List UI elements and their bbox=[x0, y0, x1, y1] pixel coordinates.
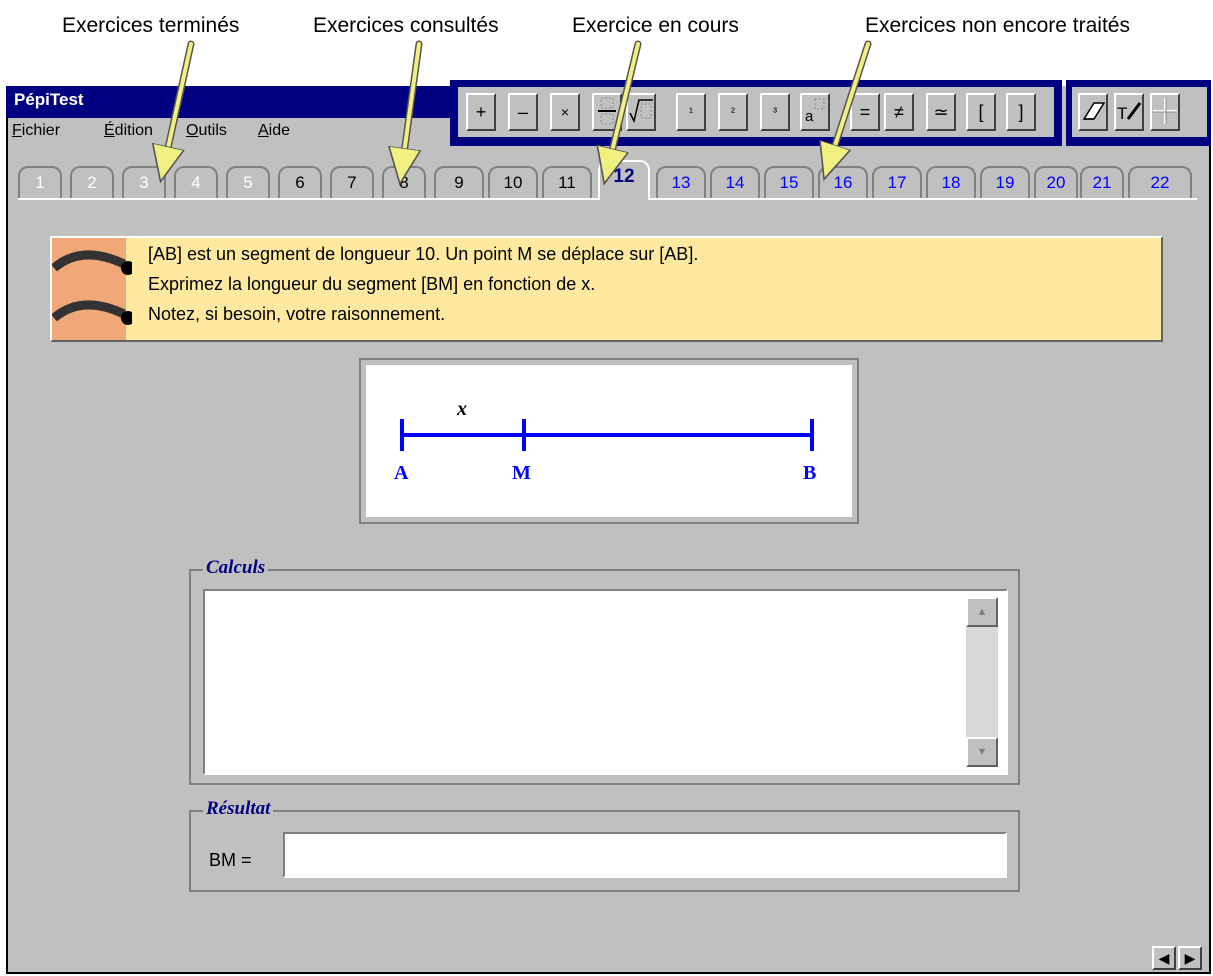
callout-consulted: Exercices consultés bbox=[313, 14, 499, 37]
tab-19[interactable]: 19 bbox=[980, 166, 1030, 198]
svg-text:T: T bbox=[1117, 104, 1127, 123]
notebook-rings-icon bbox=[51, 238, 135, 340]
result-label: BM = bbox=[209, 850, 252, 870]
exp3-button[interactable]: ³ bbox=[760, 93, 790, 131]
exp1-button[interactable]: ¹ bbox=[676, 93, 706, 131]
question-line-3: Notez, si besoin, votre raisonnement. bbox=[148, 304, 446, 324]
calculs-legend: Calculs bbox=[203, 557, 269, 579]
calculs-scrollbar[interactable]: ▲ ▼ bbox=[966, 597, 998, 767]
scroll-down-icon[interactable]: ▼ bbox=[966, 737, 998, 767]
tab-6[interactable]: 6 bbox=[278, 166, 322, 198]
open-bracket-button[interactable]: [ bbox=[966, 93, 996, 131]
var-x: x bbox=[456, 398, 467, 420]
fraction-icon bbox=[598, 97, 616, 125]
minus-button[interactable]: – bbox=[508, 93, 538, 131]
next-arrow-icon[interactable]: ▶ bbox=[1178, 946, 1202, 970]
scroll-up-icon[interactable]: ▲ bbox=[966, 597, 998, 627]
menu-fichier[interactable]: Fichier bbox=[12, 122, 60, 140]
tools-toolbar: T bbox=[1066, 80, 1211, 146]
equals-button[interactable]: = bbox=[850, 93, 880, 131]
resultat-group: Résultat BM = bbox=[189, 798, 1020, 892]
tab-3[interactable]: 3 bbox=[122, 166, 166, 198]
svg-text:a: a bbox=[805, 108, 814, 125]
not-equal-button[interactable]: ≠ bbox=[884, 93, 914, 131]
exp2-button[interactable]: ² bbox=[718, 93, 748, 131]
tab-22[interactable]: 22 bbox=[1128, 166, 1192, 198]
title-bar: PépiTest bbox=[6, 86, 450, 118]
times-button[interactable]: × bbox=[550, 93, 580, 131]
tab-13[interactable]: 13 bbox=[656, 166, 706, 198]
app-title: PépiTest bbox=[14, 90, 84, 109]
plus-button[interactable]: + bbox=[466, 93, 496, 131]
point-m: M bbox=[512, 462, 531, 484]
tab-2[interactable]: 2 bbox=[70, 166, 114, 198]
tab-9[interactable]: 9 bbox=[434, 166, 484, 198]
tab-5[interactable]: 5 bbox=[226, 166, 270, 198]
resultat-legend: Résultat bbox=[203, 798, 274, 820]
tab-11[interactable]: 11 bbox=[542, 166, 592, 198]
eraser-button[interactable] bbox=[1078, 93, 1108, 131]
tab-7[interactable]: 7 bbox=[330, 166, 374, 198]
calculs-group: Calculs ▲ ▼ bbox=[189, 557, 1020, 785]
question-line-1: [AB] est un segment de longueur 10. Un p… bbox=[148, 244, 699, 264]
math-toolbar: + – × ¹ ² ³ a = ≠ ≃ [ ] bbox=[450, 80, 1062, 146]
point-b: B bbox=[803, 462, 816, 484]
fraction-button[interactable] bbox=[592, 93, 622, 131]
tab-8[interactable]: 8 bbox=[382, 166, 426, 198]
sqrt-button[interactable] bbox=[626, 93, 656, 131]
menu-aide[interactable]: Aide bbox=[258, 122, 290, 140]
tab-10[interactable]: 10 bbox=[488, 166, 538, 198]
power-button[interactable]: a bbox=[800, 93, 830, 131]
tab-14[interactable]: 14 bbox=[710, 166, 760, 198]
callout-finished: Exercices terminés bbox=[62, 14, 240, 37]
tab-21[interactable]: 21 bbox=[1080, 166, 1124, 198]
text-pen-button[interactable]: T bbox=[1114, 93, 1144, 131]
crosshair-icon bbox=[1153, 98, 1177, 124]
callout-todo: Exercices non encore traités bbox=[865, 14, 1130, 37]
sqrt-icon bbox=[629, 99, 653, 124]
power-icon: a bbox=[805, 98, 825, 125]
calculs-textarea[interactable]: ▲ ▼ bbox=[203, 589, 1008, 775]
point-a: A bbox=[394, 462, 409, 484]
tab-20[interactable]: 20 bbox=[1034, 166, 1078, 198]
approx-button[interactable]: ≃ bbox=[926, 93, 956, 131]
tab-1[interactable]: 1 bbox=[18, 166, 62, 198]
menu-edition[interactable]: Édition bbox=[104, 122, 153, 140]
tab-15[interactable]: 15 bbox=[764, 166, 814, 198]
question-box: [AB] est un segment de longueur 10. Un p… bbox=[50, 236, 1163, 342]
result-input[interactable] bbox=[283, 832, 1007, 878]
crosshair-button[interactable] bbox=[1150, 93, 1180, 131]
tab-17[interactable]: 17 bbox=[872, 166, 922, 198]
text-pen-icon: T bbox=[1117, 102, 1142, 123]
menu-outils[interactable]: Outils bbox=[186, 122, 227, 140]
tab-4[interactable]: 4 bbox=[174, 166, 218, 198]
close-bracket-button[interactable]: ] bbox=[1006, 93, 1036, 131]
eraser-icon bbox=[1082, 102, 1106, 120]
prev-arrow-icon[interactable]: ◀ bbox=[1152, 946, 1176, 970]
segment-figure: x A M B bbox=[359, 358, 859, 524]
tab-16[interactable]: 16 bbox=[818, 166, 868, 198]
tab-12[interactable]: 12 bbox=[598, 160, 650, 200]
tab-18[interactable]: 18 bbox=[926, 166, 976, 198]
question-line-2: Exprimez la longueur du segment [BM] en … bbox=[148, 274, 596, 294]
callout-current: Exercice en cours bbox=[572, 14, 739, 37]
